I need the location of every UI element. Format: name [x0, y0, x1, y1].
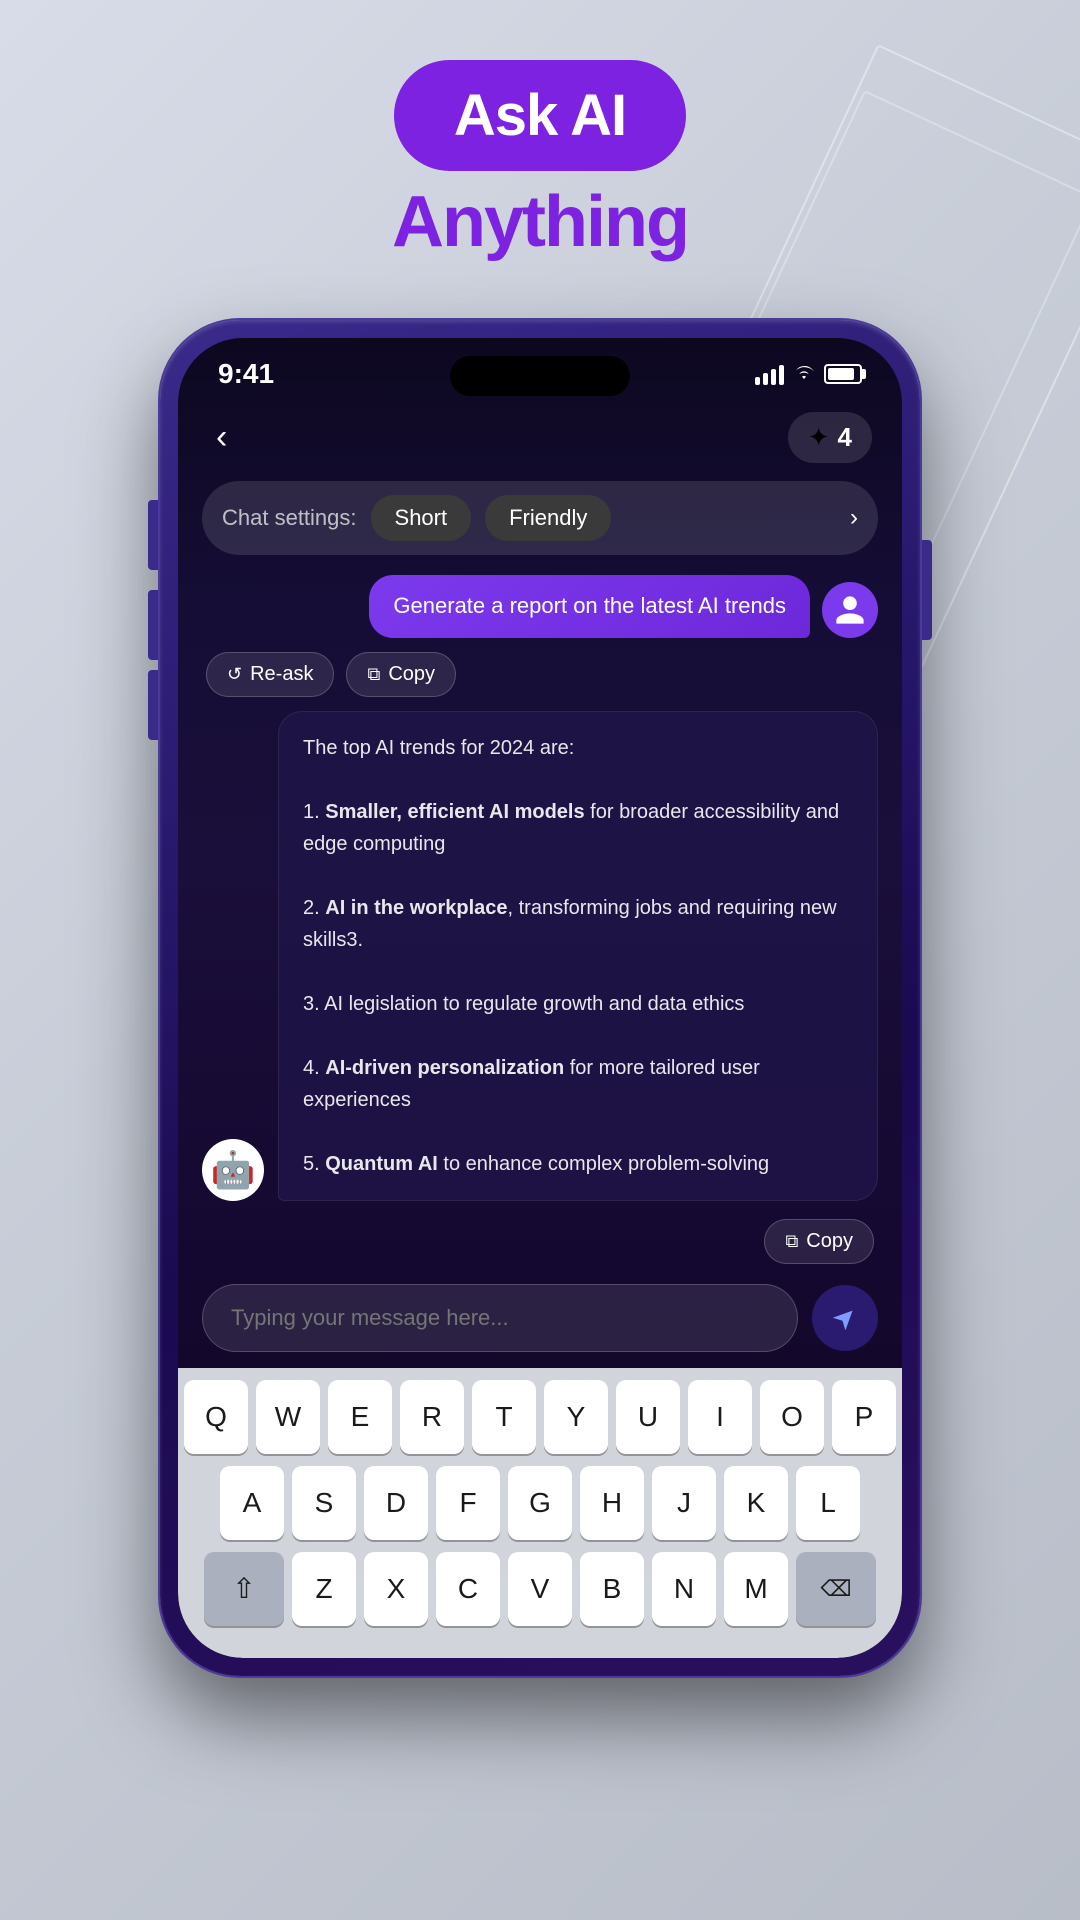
keyboard-row-3: ⇧ Z X C V B N M ⌫	[184, 1552, 896, 1626]
battery-fill	[828, 368, 854, 380]
copy-response-label: Copy	[806, 1230, 853, 1253]
copy-icon: ⧉	[367, 664, 380, 685]
key-g[interactable]: G	[508, 1466, 572, 1540]
ai-avatar: 🤖	[202, 1139, 264, 1201]
settings-chip-friendly[interactable]: Friendly	[485, 495, 611, 541]
key-z[interactable]: Z	[292, 1552, 356, 1626]
battery-icon	[824, 364, 862, 384]
wifi-icon	[792, 361, 816, 387]
chat-area: Generate a report on the latest AI trend…	[178, 575, 902, 1264]
ask-ai-text: Ask AI	[454, 83, 626, 148]
credits-count: 4	[838, 422, 852, 453]
signal-bar-1	[755, 377, 760, 385]
key-k[interactable]: K	[724, 1466, 788, 1540]
settings-label: Chat settings:	[222, 505, 357, 531]
user-message-text: Generate a report on the latest AI trend…	[393, 593, 786, 618]
ai-item-1: 1. Smaller, efficient AI models for broa…	[303, 801, 839, 855]
ai-message-row: 🤖 The top AI trends for 2024 are: 1. Sma…	[202, 711, 878, 1201]
copy-btn-row: ⧉ Copy	[202, 1219, 878, 1264]
copy-message-button[interactable]: ⧉ Copy	[346, 652, 456, 697]
signal-bars-icon	[755, 363, 784, 385]
header-section: Ask AI Anything	[0, 60, 1080, 263]
ai-message-text: The top AI trends for 2024 are: 1. Small…	[303, 732, 853, 1180]
message-input[interactable]	[202, 1284, 798, 1352]
key-p[interactable]: P	[832, 1380, 896, 1454]
key-i[interactable]: I	[688, 1380, 752, 1454]
user-message-bubble: Generate a report on the latest AI trend…	[369, 575, 810, 638]
dynamic-island	[450, 356, 630, 396]
ai-message-bubble: The top AI trends for 2024 are: 1. Small…	[278, 711, 878, 1201]
key-q[interactable]: Q	[184, 1380, 248, 1454]
keyboard: Q W E R T Y U I O P A S D F G H	[178, 1368, 902, 1658]
ask-ai-badge: Ask AI	[394, 60, 686, 171]
key-h[interactable]: H	[580, 1466, 644, 1540]
user-avatar-icon	[833, 593, 867, 627]
top-nav: ‹ ✦ 4	[178, 400, 902, 481]
key-o[interactable]: O	[760, 1380, 824, 1454]
ai-item-5: 5. Quantum AI to enhance complex problem…	[303, 1153, 769, 1175]
key-t[interactable]: T	[472, 1380, 536, 1454]
ai-item-2: 2. AI in the workplace, transforming job…	[303, 897, 837, 951]
key-shift[interactable]: ⇧	[204, 1552, 284, 1626]
settings-arrow-icon[interactable]: ›	[850, 504, 858, 532]
key-delete[interactable]: ⌫	[796, 1552, 876, 1626]
copy-response-button[interactable]: ⧉ Copy	[764, 1219, 874, 1264]
key-w[interactable]: W	[256, 1380, 320, 1454]
ai-item-4: 4. AI-driven personalization for more ta…	[303, 1057, 760, 1111]
status-bar: 9:41	[178, 338, 902, 400]
signal-bar-4	[779, 365, 784, 385]
key-b[interactable]: B	[580, 1552, 644, 1626]
signal-bar-3	[771, 369, 776, 385]
send-icon: ➤	[825, 1298, 865, 1338]
key-n[interactable]: N	[652, 1552, 716, 1626]
key-j[interactable]: J	[652, 1466, 716, 1540]
input-area: ➤	[202, 1284, 878, 1352]
user-avatar	[822, 582, 878, 638]
key-e[interactable]: E	[328, 1380, 392, 1454]
signal-bar-2	[763, 373, 768, 385]
send-button[interactable]: ➤	[812, 1285, 878, 1351]
key-c[interactable]: C	[436, 1552, 500, 1626]
key-y[interactable]: Y	[544, 1380, 608, 1454]
sparkle-icon: ✦	[808, 422, 830, 453]
reask-label: Re-ask	[250, 663, 313, 686]
back-button[interactable]: ‹	[208, 410, 235, 465]
key-u[interactable]: U	[616, 1380, 680, 1454]
keyboard-row-2: A S D F G H J K L	[184, 1466, 896, 1540]
key-x[interactable]: X	[364, 1552, 428, 1626]
key-v[interactable]: V	[508, 1552, 572, 1626]
phone-wrapper: 9:41	[160, 320, 920, 1676]
phone-outer: 9:41	[160, 320, 920, 1676]
key-m[interactable]: M	[724, 1552, 788, 1626]
key-d[interactable]: D	[364, 1466, 428, 1540]
key-s[interactable]: S	[292, 1466, 356, 1540]
copy-label: Copy	[388, 663, 435, 686]
key-l[interactable]: L	[796, 1466, 860, 1540]
credits-badge[interactable]: ✦ 4	[788, 412, 872, 463]
keyboard-row-1: Q W E R T Y U I O P	[184, 1380, 896, 1454]
copy-response-icon: ⧉	[785, 1231, 798, 1252]
phone-screen: 9:41	[178, 338, 902, 1658]
key-f[interactable]: F	[436, 1466, 500, 1540]
action-buttons-row: ↺ Re-ask ⧉ Copy	[202, 652, 878, 697]
status-icons	[755, 361, 862, 387]
anything-text: Anything	[392, 181, 688, 263]
reask-button[interactable]: ↺ Re-ask	[206, 652, 334, 697]
reask-icon: ↺	[227, 664, 242, 685]
chat-settings-bar[interactable]: Chat settings: Short Friendly ›	[202, 481, 878, 555]
user-message-row: Generate a report on the latest AI trend…	[202, 575, 878, 638]
status-time: 9:41	[218, 358, 274, 390]
key-a[interactable]: A	[220, 1466, 284, 1540]
key-r[interactable]: R	[400, 1380, 464, 1454]
settings-chip-short[interactable]: Short	[371, 495, 472, 541]
ai-intro: The top AI trends for 2024 are:	[303, 737, 574, 759]
ai-item-3: 3. AI legislation to regulate growth and…	[303, 993, 744, 1015]
